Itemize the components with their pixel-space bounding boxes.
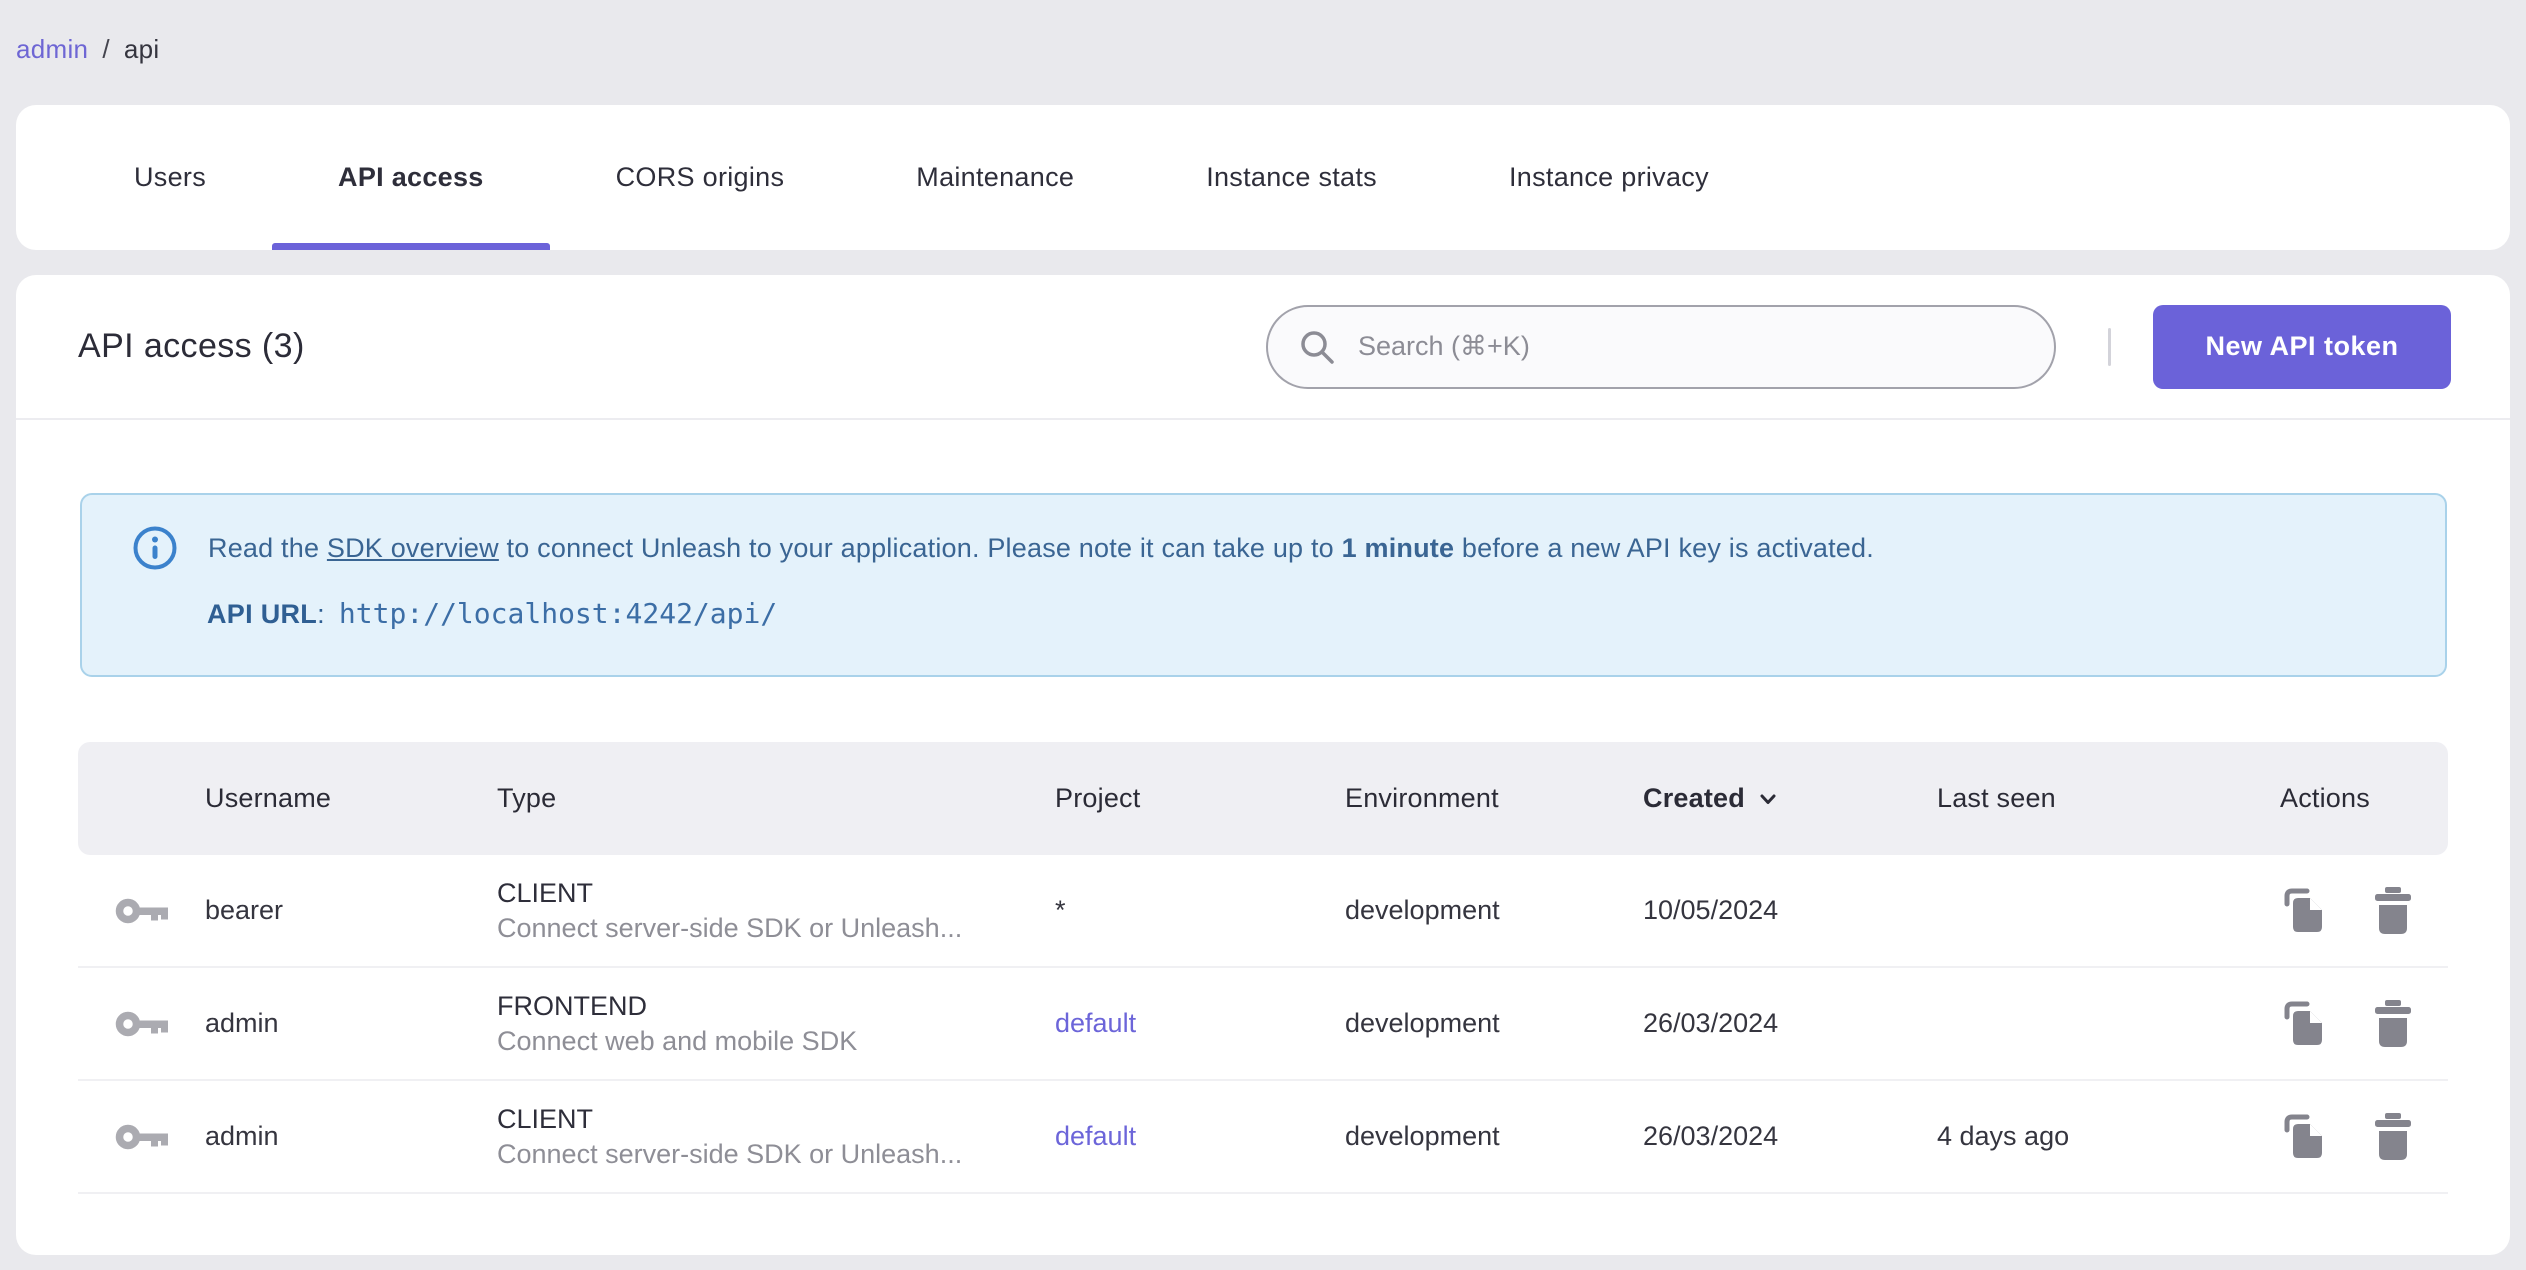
token-type: CLIENT bbox=[497, 877, 594, 908]
banner-text-middle: to connect Unleash to your application. … bbox=[498, 533, 1342, 563]
breadcrumb: admin / api bbox=[16, 34, 159, 65]
banner-bold-text: 1 minute bbox=[1341, 533, 1455, 563]
project-cell: * bbox=[1055, 895, 1066, 925]
copy-token-button[interactable] bbox=[2280, 1112, 2326, 1162]
column-actions: Actions bbox=[2280, 783, 2370, 813]
token-type: CLIENT bbox=[497, 1103, 594, 1134]
table-body: bearer CLIENT Connect server-side SDK or… bbox=[78, 855, 2448, 1194]
copy-icon bbox=[2284, 888, 2322, 932]
column-type: Type bbox=[497, 783, 557, 813]
key-icon bbox=[115, 1011, 168, 1036]
banner-text: Read the SDK overview to connect Unleash… bbox=[208, 528, 1874, 568]
copy-icon bbox=[2284, 1001, 2322, 1045]
breadcrumb-current: api bbox=[123, 34, 160, 64]
copy-token-button[interactable] bbox=[2280, 999, 2326, 1049]
api-url-label: API URL bbox=[207, 599, 318, 629]
banner-text-end: before a new API key is activated. bbox=[1454, 533, 1874, 563]
tab-api-access-label: API access bbox=[338, 162, 484, 192]
active-tab-indicator bbox=[272, 243, 550, 250]
table-row: admin FRONTEND Connect web and mobile SD… bbox=[78, 968, 2448, 1081]
username-cell: bearer bbox=[205, 895, 284, 925]
tab-maintenance[interactable]: Maintenance bbox=[850, 105, 1140, 250]
created-cell: 26/03/2024 bbox=[1643, 1008, 1779, 1038]
api-url-value: http://localhost:4242/api/ bbox=[338, 597, 778, 630]
breadcrumb-separator: / bbox=[102, 34, 110, 64]
environment-cell: development bbox=[1345, 895, 1500, 925]
page-title: API access (3) bbox=[78, 327, 305, 365]
breadcrumb-link-admin[interactable]: admin bbox=[16, 34, 88, 65]
delete-token-button[interactable] bbox=[2372, 886, 2414, 936]
copy-token-button[interactable] bbox=[2280, 886, 2326, 936]
project-cell[interactable]: default bbox=[1055, 1008, 1345, 1039]
search-input[interactable] bbox=[1356, 330, 2024, 363]
tab-instance-stats[interactable]: Instance stats bbox=[1140, 105, 1443, 250]
token-type: FRONTEND bbox=[497, 990, 647, 1021]
token-type-description: Connect server-side SDK or Unleash... bbox=[497, 912, 963, 943]
actions-cell bbox=[2280, 999, 2448, 1049]
page: admin / api Users API access CORS origin… bbox=[0, 0, 2526, 1270]
panel-header: API access (3) New API token bbox=[16, 275, 2510, 420]
created-cell: 26/03/2024 bbox=[1643, 1121, 1779, 1151]
api-url-colon: : bbox=[317, 599, 325, 629]
environment-cell: development bbox=[1345, 1008, 1500, 1038]
info-banner: Read the SDK overview to connect Unleash… bbox=[80, 493, 2447, 677]
username-cell: admin bbox=[205, 1121, 279, 1151]
sort-chevron-down-icon bbox=[1760, 794, 1776, 804]
api-tokens-table: Username Type Project Environment Create… bbox=[78, 742, 2448, 1194]
tab-users[interactable]: Users bbox=[68, 105, 272, 250]
key-icon bbox=[115, 1124, 168, 1149]
tab-api-access[interactable]: API access bbox=[272, 105, 550, 250]
actions-cell bbox=[2280, 1112, 2448, 1162]
username-cell: admin bbox=[205, 1008, 279, 1038]
column-project: Project bbox=[1055, 783, 1141, 813]
delete-token-button[interactable] bbox=[2372, 999, 2414, 1049]
trash-icon bbox=[2375, 886, 2411, 934]
column-created-sort[interactable]: Created bbox=[1643, 783, 1937, 814]
new-api-token-button[interactable]: New API token bbox=[2153, 304, 2451, 389]
actions-cell bbox=[2280, 886, 2448, 936]
type-cell: FRONTEND Connect web and mobile SDK bbox=[497, 989, 1055, 1059]
column-username: Username bbox=[205, 783, 332, 813]
table-header-row: Username Type Project Environment Create… bbox=[78, 742, 2448, 855]
header-divider bbox=[2108, 327, 2111, 366]
table-row: admin CLIENT Connect server-side SDK or … bbox=[78, 1081, 2448, 1194]
search-icon bbox=[1301, 330, 1334, 364]
type-cell: CLIENT Connect server-side SDK or Unleas… bbox=[497, 876, 1055, 946]
banner-text-start: Read the bbox=[208, 533, 327, 563]
column-created-label: Created bbox=[1643, 783, 1745, 813]
table-row: bearer CLIENT Connect server-side SDK or… bbox=[78, 855, 2448, 968]
api-access-panel: API access (3) New API token bbox=[16, 275, 2510, 1255]
created-cell: 10/05/2024 bbox=[1643, 895, 1779, 925]
project-cell[interactable]: default bbox=[1055, 1121, 1345, 1152]
tab-instance-privacy[interactable]: Instance privacy bbox=[1443, 105, 1775, 250]
key-icon bbox=[115, 898, 168, 923]
info-icon bbox=[133, 526, 177, 570]
type-cell: CLIENT Connect server-side SDK or Unleas… bbox=[497, 1102, 1055, 1172]
search-box[interactable] bbox=[1266, 304, 2056, 389]
token-type-description: Connect server-side SDK or Unleash... bbox=[497, 1138, 963, 1169]
delete-token-button[interactable] bbox=[2372, 1112, 2414, 1162]
last-seen-cell: 4 days ago bbox=[1937, 1121, 2070, 1151]
tab-cors-origins[interactable]: CORS origins bbox=[550, 105, 851, 250]
trash-icon bbox=[2375, 1112, 2411, 1160]
trash-icon bbox=[2375, 999, 2411, 1047]
sdk-overview-link[interactable]: SDK overview bbox=[327, 533, 499, 563]
column-environment: Environment bbox=[1345, 783, 1499, 813]
environment-cell: development bbox=[1345, 1121, 1500, 1151]
column-last-seen: Last seen bbox=[1937, 783, 2056, 813]
token-type-description: Connect web and mobile SDK bbox=[497, 1025, 858, 1056]
tabs-bar: Users API access CORS origins Maintenanc… bbox=[16, 105, 2510, 250]
copy-icon bbox=[2284, 1114, 2322, 1158]
